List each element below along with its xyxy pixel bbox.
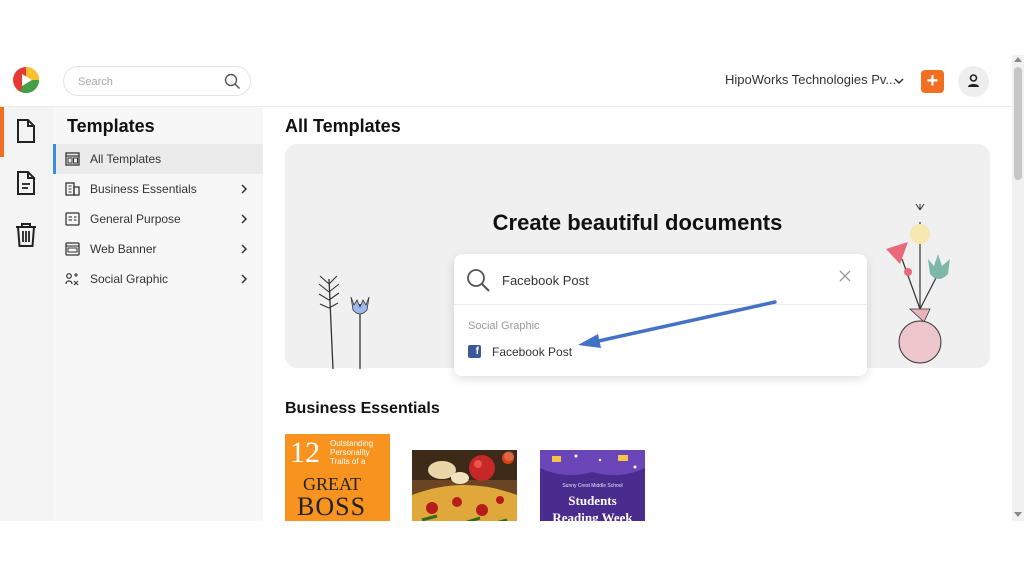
scroll-up-arrow-icon[interactable] (1014, 57, 1022, 62)
annotation-arrow-icon (578, 300, 777, 348)
app-window: HipoWorks Technologies Pv... + (0, 55, 1024, 521)
scroll-down-arrow-icon[interactable] (1014, 512, 1022, 517)
page-scrollbar[interactable] (1012, 55, 1024, 521)
scrollbar-thumb[interactable] (1014, 67, 1022, 180)
